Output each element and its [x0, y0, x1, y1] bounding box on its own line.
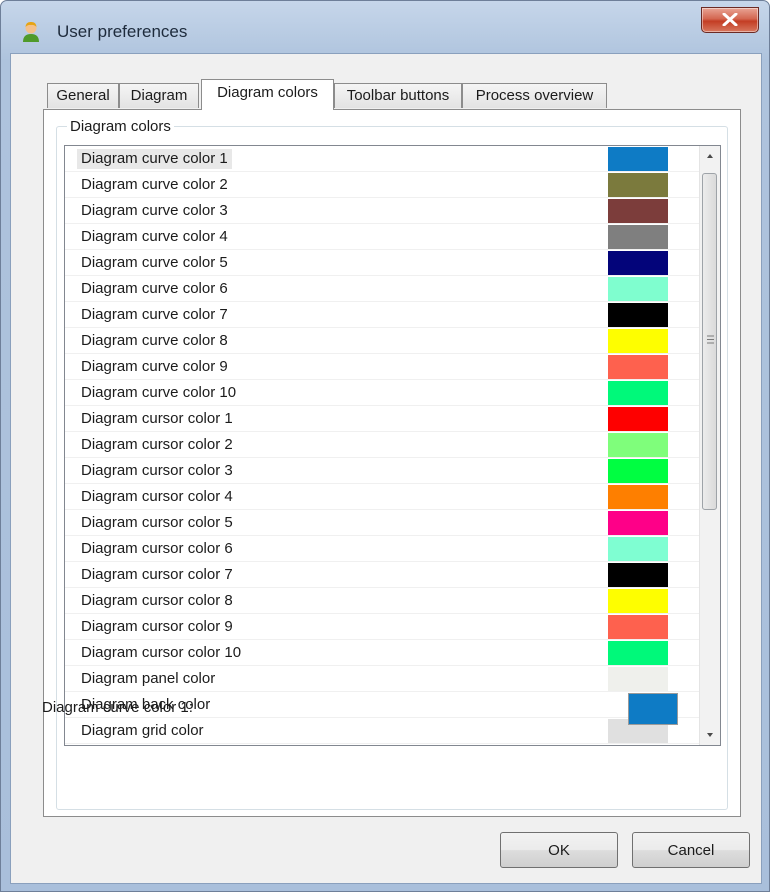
- tab-diagram[interactable]: Diagram: [119, 83, 199, 108]
- list-item-label: Diagram curve color 5: [81, 254, 228, 271]
- color-swatch[interactable]: [608, 199, 668, 223]
- grip-icon: [707, 335, 714, 344]
- list-item[interactable]: Diagram curve color 9: [65, 354, 699, 380]
- user-icon: [21, 21, 41, 43]
- list-item-label: Diagram cursor color 10: [81, 644, 242, 661]
- close-icon: [722, 13, 738, 26]
- color-swatch[interactable]: [608, 355, 668, 379]
- list-item[interactable]: Diagram curve color 6: [65, 276, 699, 302]
- list-item-label: Diagram curve color 3: [81, 202, 228, 219]
- title-bar: User preferences: [1, 1, 769, 53]
- list-item[interactable]: Diagram grid color: [65, 718, 699, 744]
- tab-process-overview[interactable]: Process overview: [462, 83, 607, 108]
- color-list[interactable]: Diagram curve color 1 Diagram curve color…: [64, 145, 721, 746]
- window-title: User preferences: [57, 22, 188, 41]
- color-swatch[interactable]: [608, 641, 668, 665]
- vertical-scrollbar[interactable]: [699, 146, 720, 745]
- color-swatch[interactable]: [608, 173, 668, 197]
- color-swatch[interactable]: [608, 667, 668, 691]
- list-item[interactable]: Diagram curve color 10: [65, 380, 699, 406]
- color-swatch[interactable]: [608, 537, 668, 561]
- list-item[interactable]: Diagram cursor color 1: [65, 406, 699, 432]
- ok-button[interactable]: OK: [500, 832, 618, 868]
- color-swatch[interactable]: [608, 511, 668, 535]
- color-swatch[interactable]: [608, 381, 668, 405]
- list-item[interactable]: Diagram cursor color 3: [65, 458, 699, 484]
- list-item[interactable]: Diagram cursor color 7: [65, 562, 699, 588]
- list-item[interactable]: Diagram curve color 3: [65, 198, 699, 224]
- list-item[interactable]: Diagram curve color 2: [65, 172, 699, 198]
- scroll-up-button[interactable]: [700, 146, 720, 166]
- group-title: Diagram colors: [67, 118, 174, 135]
- list-item-label: Diagram curve color 6: [81, 280, 228, 297]
- list-item-label: Diagram cursor color 1: [81, 410, 233, 427]
- arrow-up-icon: [707, 154, 713, 158]
- color-swatch[interactable]: [608, 589, 668, 613]
- list-item-label: Diagram curve color 10: [81, 384, 237, 401]
- color-swatch[interactable]: [608, 407, 668, 431]
- color-swatch[interactable]: [608, 459, 668, 483]
- tab-toolbar-buttons[interactable]: Toolbar buttons: [334, 83, 462, 108]
- list-item-label: Diagram cursor color 4: [81, 488, 233, 505]
- dialog-client-area: General Diagram Diagram colors Toolbar b…: [10, 53, 762, 884]
- list-item-label: Diagram curve color 4: [81, 228, 228, 245]
- cancel-button[interactable]: Cancel: [632, 832, 750, 868]
- color-swatch[interactable]: [608, 277, 668, 301]
- color-swatch[interactable]: [608, 485, 668, 509]
- tab-general[interactable]: General: [47, 83, 119, 108]
- list-item[interactable]: Diagram curve color 4: [65, 224, 699, 250]
- list-item[interactable]: Diagram cursor color 6: [65, 536, 699, 562]
- color-swatch[interactable]: [608, 303, 668, 327]
- list-item[interactable]: Diagram curve color 8: [65, 328, 699, 354]
- color-swatch[interactable]: [608, 329, 668, 353]
- selected-color-label: Diagram curve color 1:: [42, 699, 193, 716]
- color-swatch[interactable]: [608, 225, 668, 249]
- list-item-label: Diagram curve color 7: [81, 306, 228, 323]
- scroll-thumb[interactable]: [702, 173, 717, 510]
- list-item-label: Diagram curve color 1: [77, 149, 232, 169]
- list-item-label: Diagram curve color 8: [81, 332, 228, 349]
- color-swatch[interactable]: [608, 433, 668, 457]
- list-item[interactable]: Diagram curve color 7: [65, 302, 699, 328]
- list-item-label: Diagram cursor color 7: [81, 566, 233, 583]
- list-item-label: Diagram grid color: [81, 722, 204, 739]
- user-preferences-window: User preferences General Diagram Diagram…: [0, 0, 770, 892]
- color-swatch[interactable]: [608, 251, 668, 275]
- list-item[interactable]: Diagram panel color: [65, 666, 699, 692]
- list-item-label: Diagram panel color: [81, 670, 216, 687]
- list-item-label: Diagram curve color 9: [81, 358, 228, 375]
- tab-diagram-colors[interactable]: Diagram colors: [201, 79, 334, 110]
- close-button[interactable]: [701, 7, 759, 33]
- color-swatch[interactable]: [608, 147, 668, 171]
- list-item-label: Diagram cursor color 9: [81, 618, 233, 635]
- list-item[interactable]: Diagram curve color 5: [65, 250, 699, 276]
- list-item[interactable]: Diagram cursor color 9: [65, 614, 699, 640]
- list-item-label: Diagram cursor color 6: [81, 540, 233, 557]
- color-swatch[interactable]: [608, 563, 668, 587]
- list-item[interactable]: Diagram cursor color 5: [65, 510, 699, 536]
- color-list-rows: Diagram curve color 1 Diagram curve color…: [65, 146, 699, 744]
- scroll-down-button[interactable]: [700, 725, 720, 745]
- list-item[interactable]: Diagram cursor color 10: [65, 640, 699, 666]
- list-item-label: Diagram cursor color 8: [81, 592, 233, 609]
- list-item[interactable]: Diagram curve color 1: [65, 146, 699, 172]
- color-swatch[interactable]: [608, 615, 668, 639]
- arrow-down-icon: [707, 733, 713, 737]
- list-item[interactable]: Diagram cursor color 8: [65, 588, 699, 614]
- list-item-label: Diagram cursor color 2: [81, 436, 233, 453]
- list-item[interactable]: Diagram cursor color 2: [65, 432, 699, 458]
- list-item-label: Diagram curve color 2: [81, 176, 228, 193]
- selected-color-swatch[interactable]: [628, 693, 678, 725]
- list-item-label: Diagram cursor color 5: [81, 514, 233, 531]
- list-item-label: Diagram cursor color 3: [81, 462, 233, 479]
- list-item[interactable]: Diagram cursor color 4: [65, 484, 699, 510]
